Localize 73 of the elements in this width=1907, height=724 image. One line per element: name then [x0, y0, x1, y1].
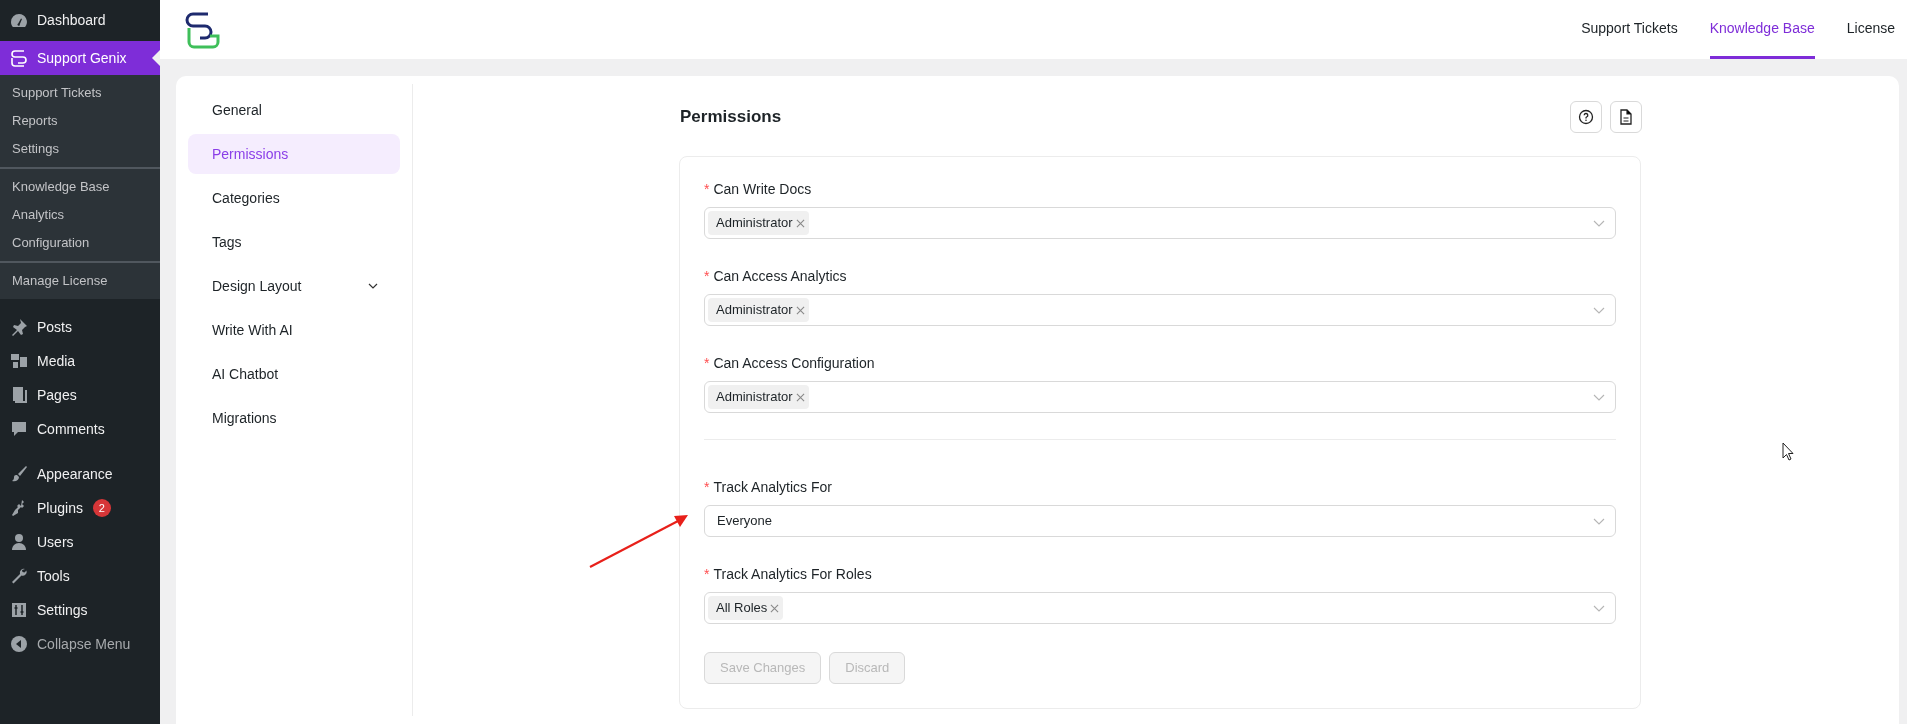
selected-tag[interactable]: Administrator	[708, 385, 809, 409]
count-badge: 2	[92, 499, 111, 517]
selected-tag[interactable]: All Roles	[708, 596, 784, 620]
settings-nav-item[interactable]: Categories	[188, 178, 400, 218]
header-tab[interactable]: License	[1846, 0, 1895, 59]
required-mark: *	[704, 266, 710, 286]
remove-icon[interactable]	[795, 218, 805, 228]
chevron-down-icon	[1593, 306, 1605, 314]
menu-item[interactable]: Dashboard	[0, 0, 160, 41]
menu-item[interactable]: Appearance	[0, 457, 160, 491]
user-icon	[9, 532, 29, 552]
chevron-down-icon	[1593, 393, 1605, 401]
logo-icon	[9, 48, 29, 68]
menu-item[interactable]: Media	[0, 344, 160, 378]
field-label: Can Access Analytics	[713, 266, 847, 286]
multi-select-field[interactable]: Administrator	[704, 207, 1616, 239]
menu-item[interactable]: Plugins 2	[0, 491, 160, 525]
sliders-icon	[9, 600, 29, 620]
remove-icon[interactable]	[795, 392, 805, 402]
header-tab[interactable]: Knowledge Base	[1709, 0, 1815, 59]
document-button[interactable]	[1610, 101, 1642, 133]
multi-select-field[interactable]: All Roles	[704, 592, 1616, 624]
submenu-item[interactable]: Settings	[0, 135, 160, 163]
required-mark: *	[704, 179, 710, 199]
logo-icon	[184, 10, 222, 50]
selected-tag[interactable]: Administrator	[708, 211, 809, 235]
selected-tag[interactable]: Administrator	[708, 298, 809, 322]
submenu-item[interactable]: Configuration	[0, 229, 160, 257]
chevron-down-icon	[1593, 604, 1605, 612]
required-mark: *	[704, 353, 710, 373]
field-label: Track Analytics For	[713, 477, 832, 497]
settings-nav-item[interactable]: Write With AI	[188, 310, 400, 350]
field-label: Track Analytics For Roles	[713, 564, 872, 584]
menu-item[interactable]: Settings	[0, 593, 160, 627]
field-label: Can Access Configuration	[713, 353, 875, 373]
menu-item[interactable]: Tools	[0, 559, 160, 593]
settings-nav-item[interactable]: Migrations	[188, 398, 400, 438]
menu-item[interactable]: Pages	[0, 378, 160, 412]
submenu-item[interactable]: Reports	[0, 107, 160, 135]
remove-icon[interactable]	[795, 305, 805, 315]
required-mark: *	[704, 564, 710, 584]
settings-nav-item[interactable]: Permissions	[188, 134, 400, 174]
required-mark: *	[704, 477, 710, 497]
document-icon	[1619, 109, 1633, 125]
speech-bubble-icon	[9, 419, 29, 439]
media-icon	[9, 351, 29, 371]
settings-nav-item[interactable]: General	[188, 90, 400, 130]
header-tab[interactable]: Support Tickets	[1581, 0, 1678, 59]
menu-item[interactable]: Posts	[0, 310, 160, 344]
menu-item[interactable]: Comments	[0, 412, 160, 446]
panel-title: Permissions	[679, 106, 782, 129]
chevron-down-icon	[1593, 517, 1605, 525]
chevron-down-icon	[1593, 219, 1605, 227]
select-field[interactable]: Everyone	[704, 505, 1616, 537]
multi-select-field[interactable]: Administrator	[704, 381, 1616, 413]
help-button[interactable]	[1570, 101, 1602, 133]
menu-item[interactable]: Users	[0, 525, 160, 559]
submenu-item[interactable]: Support Tickets	[0, 79, 160, 107]
settings-nav-item[interactable]: Tags	[188, 222, 400, 262]
settings-nav-item[interactable]: AI Chatbot	[188, 354, 400, 394]
collapse-menu-button[interactable]: Collapse Menu	[0, 627, 160, 661]
multi-select-field[interactable]: Administrator	[704, 294, 1616, 326]
help-icon	[1578, 109, 1594, 125]
cursor-icon	[1782, 442, 1794, 461]
submenu-item[interactable]: Manage License	[0, 267, 160, 295]
submenu-item[interactable]: Analytics	[0, 201, 160, 229]
submenu-item[interactable]: Knowledge Base	[0, 173, 160, 201]
collapse-icon	[9, 634, 29, 654]
field-label: Can Write Docs	[713, 179, 812, 199]
settings-nav-item[interactable]: Design Layout	[188, 266, 400, 306]
remove-icon[interactable]	[770, 603, 780, 613]
brush-icon	[9, 464, 29, 484]
menu-item[interactable]: Support Genix	[0, 41, 160, 75]
